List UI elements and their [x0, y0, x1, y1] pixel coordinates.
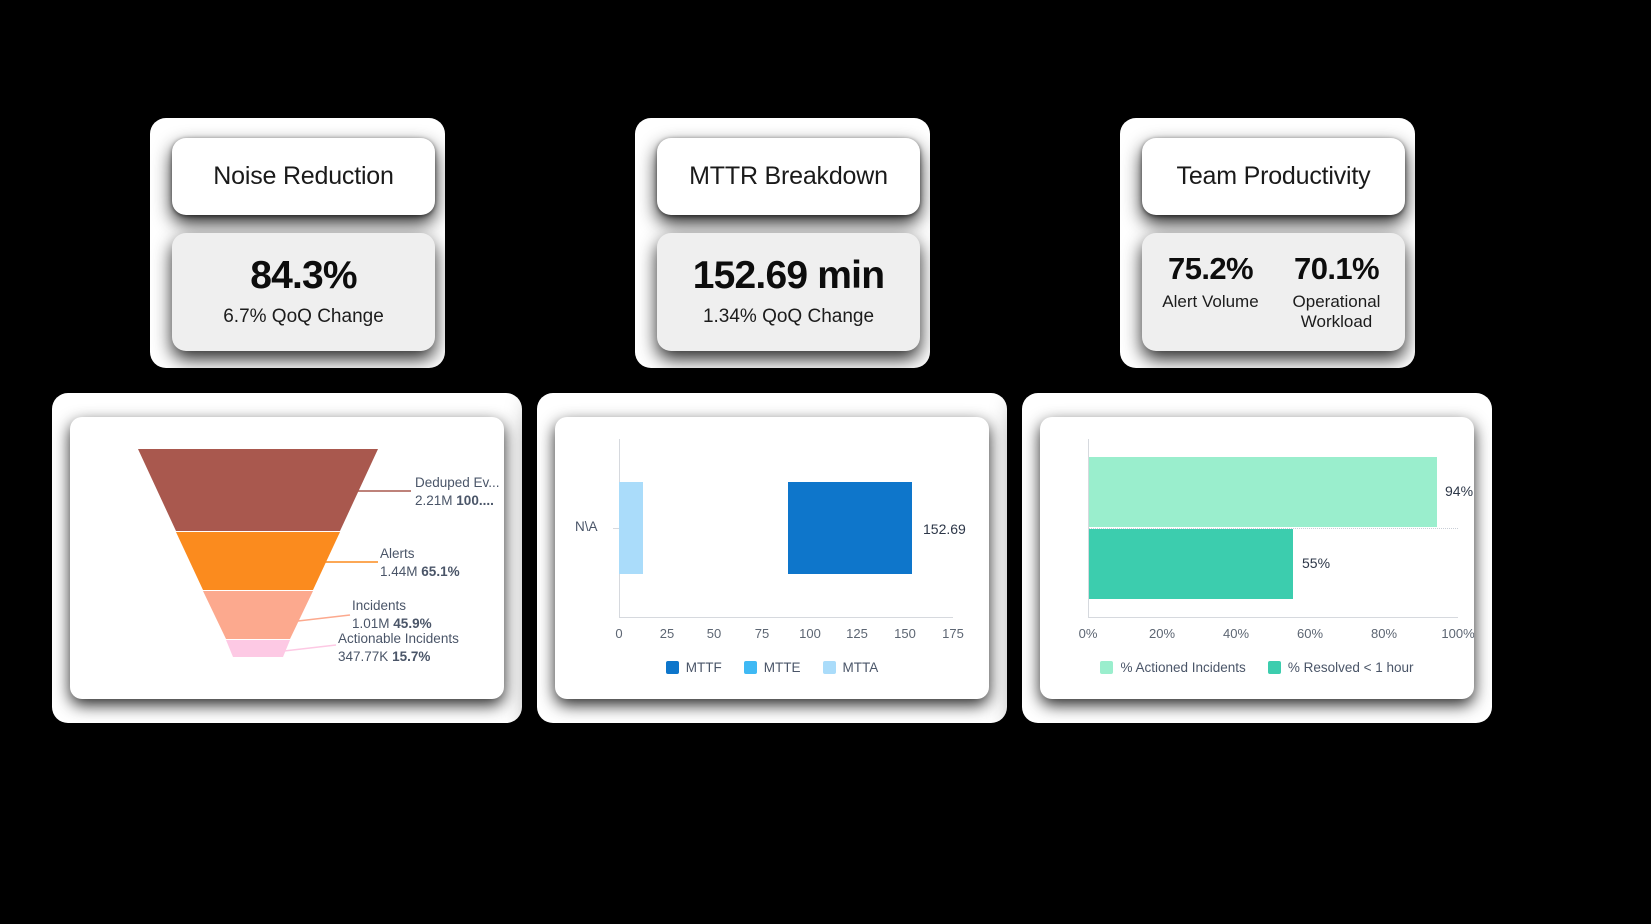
legend-swatch-mtta-icon: [822, 661, 836, 674]
bar-total-value: 152.69: [923, 521, 966, 537]
funnel-segment-alerts[interactable]: [176, 532, 340, 590]
x-tick-20: 20%: [1148, 626, 1176, 641]
bar-segment-mtta[interactable]: [619, 482, 643, 574]
kpi-value-card-mttr-breakdown: 152.69 min 1.34% QoQ Change: [657, 233, 920, 351]
bar-actioned-incidents[interactable]: [1089, 457, 1437, 527]
legend-item-mttf[interactable]: MTTF: [665, 660, 722, 675]
x-tick-80: 80%: [1370, 626, 1398, 641]
column-team-productivity: Team Productivity 75.2% Alert Volume 70.…: [1010, 0, 1530, 924]
bar-value-actioned-incidents: 94%: [1445, 483, 1474, 499]
chart-inner-mttr-stacked-bar: N\A 152.69 0 25 50 75 100 125 150 175 MT…: [555, 417, 989, 699]
legend-swatch-actioned-incidents-icon: [1100, 661, 1114, 674]
kpi-panel-mttr-breakdown[interactable]: MTTR Breakdown 152.69 min 1.34% QoQ Chan…: [635, 118, 930, 368]
x-tick-175: 175: [942, 626, 964, 641]
funnel-chart: Deduped Ev... 2.21M 100.... Alerts 1.44M…: [70, 417, 504, 699]
x-tick-100: 100%: [1441, 626, 1474, 641]
team-plot-area: 94% 55% 0% 20% 40% 60% 80% 100% % Action…: [1040, 417, 1474, 699]
team-productivity-legend: % Actioned Incidents % Resolved < 1 hour: [1040, 660, 1474, 675]
kpi-value-operational-workload: 70.1%: [1294, 251, 1380, 286]
kpi-metric-operational-workload: 70.1% Operational Workload: [1282, 251, 1392, 332]
kpi-value-mttr-breakdown: 152.69 min: [692, 254, 885, 298]
legend-label-mtte: MTTE: [763, 660, 801, 675]
kpi-metric-alert-volume: 75.2% Alert Volume: [1156, 251, 1266, 312]
column-noise-reduction: Noise Reduction 84.3% 6.7% QoQ Change De…: [40, 0, 560, 924]
x-axis-line: [1088, 617, 1458, 618]
legend-item-mtte[interactable]: MTTE: [743, 660, 801, 675]
bar-resolved-under-1-hour[interactable]: [1089, 529, 1293, 599]
funnel-segment-actionable[interactable]: [226, 640, 290, 657]
legend-item-actioned-incidents[interactable]: % Actioned Incidents: [1100, 660, 1246, 675]
kpi-title-noise-reduction: Noise Reduction: [213, 162, 394, 190]
kpi-title-mttr-breakdown: MTTR Breakdown: [689, 162, 888, 190]
kpi-title-card-mttr-breakdown[interactable]: MTTR Breakdown: [657, 138, 920, 215]
chart-inner-team-productivity-bar: 94% 55% 0% 20% 40% 60% 80% 100% % Action…: [1040, 417, 1474, 699]
x-tick-125: 125: [846, 626, 868, 641]
kpi-title-team-productivity: Team Productivity: [1176, 162, 1371, 190]
x-tick-0: 0%: [1078, 626, 1098, 641]
x-axis-line: [619, 617, 953, 618]
kpi-title-card-noise-reduction[interactable]: Noise Reduction: [172, 138, 435, 215]
chart-panel-noise-funnel[interactable]: Deduped Ev... 2.21M 100.... Alerts 1.44M…: [52, 393, 522, 723]
mttr-plot-area: N\A 152.69 0 25 50 75 100 125 150 175 MT…: [555, 417, 989, 699]
chart-inner-noise-funnel: Deduped Ev... 2.21M 100.... Alerts 1.44M…: [70, 417, 504, 699]
legend-item-mtta[interactable]: MTTA: [822, 660, 879, 675]
bar-segment-mttf[interactable]: [788, 482, 912, 574]
legend-label-mttf: MTTF: [685, 660, 722, 675]
legend-swatch-mtte-icon: [743, 661, 757, 674]
chart-panel-mttr-stacked-bar[interactable]: N\A 152.69 0 25 50 75 100 125 150 175 MT…: [537, 393, 1007, 723]
kpi-value-noise-reduction: 84.3%: [250, 254, 357, 298]
x-tick-25: 25: [659, 626, 675, 641]
x-tick-75: 75: [754, 626, 770, 641]
legend-label-actioned-incidents: % Actioned Incidents: [1120, 660, 1246, 675]
leader-line-actionable: [283, 644, 337, 652]
leader-line-incidents: [297, 614, 351, 622]
x-tick-50: 50: [706, 626, 722, 641]
bar-value-resolved-under-1-hour: 55%: [1302, 555, 1331, 571]
x-tick-150: 150: [894, 626, 916, 641]
chart-panel-team-productivity-bar[interactable]: 94% 55% 0% 20% 40% 60% 80% 100% % Action…: [1022, 393, 1492, 723]
funnel-label-actionable: Actionable Incidents 347.77K 15.7%: [338, 631, 459, 664]
legend-item-resolved-under-1-hour[interactable]: % Resolved < 1 hour: [1267, 660, 1414, 675]
legend-swatch-mttf-icon: [665, 661, 679, 674]
kpi-value-alert-volume: 75.2%: [1168, 251, 1254, 286]
funnel-label-incidents: Incidents 1.01M 45.9%: [352, 598, 432, 631]
column-mttr-breakdown: MTTR Breakdown 152.69 min 1.34% QoQ Chan…: [525, 0, 1045, 924]
funnel-segment-deduped[interactable]: [138, 449, 378, 531]
kpi-label-operational-workload: Operational Workload: [1292, 291, 1381, 331]
funnel-label-deduped: Deduped Ev... 2.21M 100....: [415, 475, 500, 508]
dashboard-root: Noise Reduction 84.3% 6.7% QoQ Change De…: [0, 0, 1651, 924]
mttr-legend: MTTF MTTE MTTA: [555, 660, 989, 675]
kpi-subtitle-mttr-breakdown: 1.34% QoQ Change: [702, 305, 875, 327]
legend-label-resolved-under-1-hour: % Resolved < 1 hour: [1287, 660, 1414, 675]
funnel-segment-incidents[interactable]: [203, 591, 313, 639]
legend-swatch-resolved-under-1-hour-icon: [1267, 661, 1281, 674]
kpi-panel-noise-reduction[interactable]: Noise Reduction 84.3% 6.7% QoQ Change: [150, 118, 445, 368]
kpi-value-card-team-productivity: 75.2% Alert Volume 70.1% Operational Wor…: [1142, 233, 1405, 351]
x-tick-40: 40%: [1222, 626, 1250, 641]
kpi-panel-team-productivity[interactable]: Team Productivity 75.2% Alert Volume 70.…: [1120, 118, 1415, 368]
funnel-label-alerts: Alerts 1.44M 65.1%: [380, 546, 460, 579]
x-tick-0: 0: [615, 626, 623, 641]
x-tick-60: 60%: [1296, 626, 1324, 641]
x-tick-100: 100: [799, 626, 821, 641]
kpi-value-card-noise-reduction: 84.3% 6.7% QoQ Change: [172, 233, 435, 351]
legend-label-mtta: MTTA: [842, 660, 879, 675]
kpi-subtitle-noise-reduction: 6.7% QoQ Change: [223, 305, 384, 327]
category-label-na: N\A: [575, 519, 598, 534]
kpi-title-card-team-productivity[interactable]: Team Productivity: [1142, 138, 1405, 215]
kpi-label-alert-volume: Alert Volume: [1162, 291, 1259, 311]
